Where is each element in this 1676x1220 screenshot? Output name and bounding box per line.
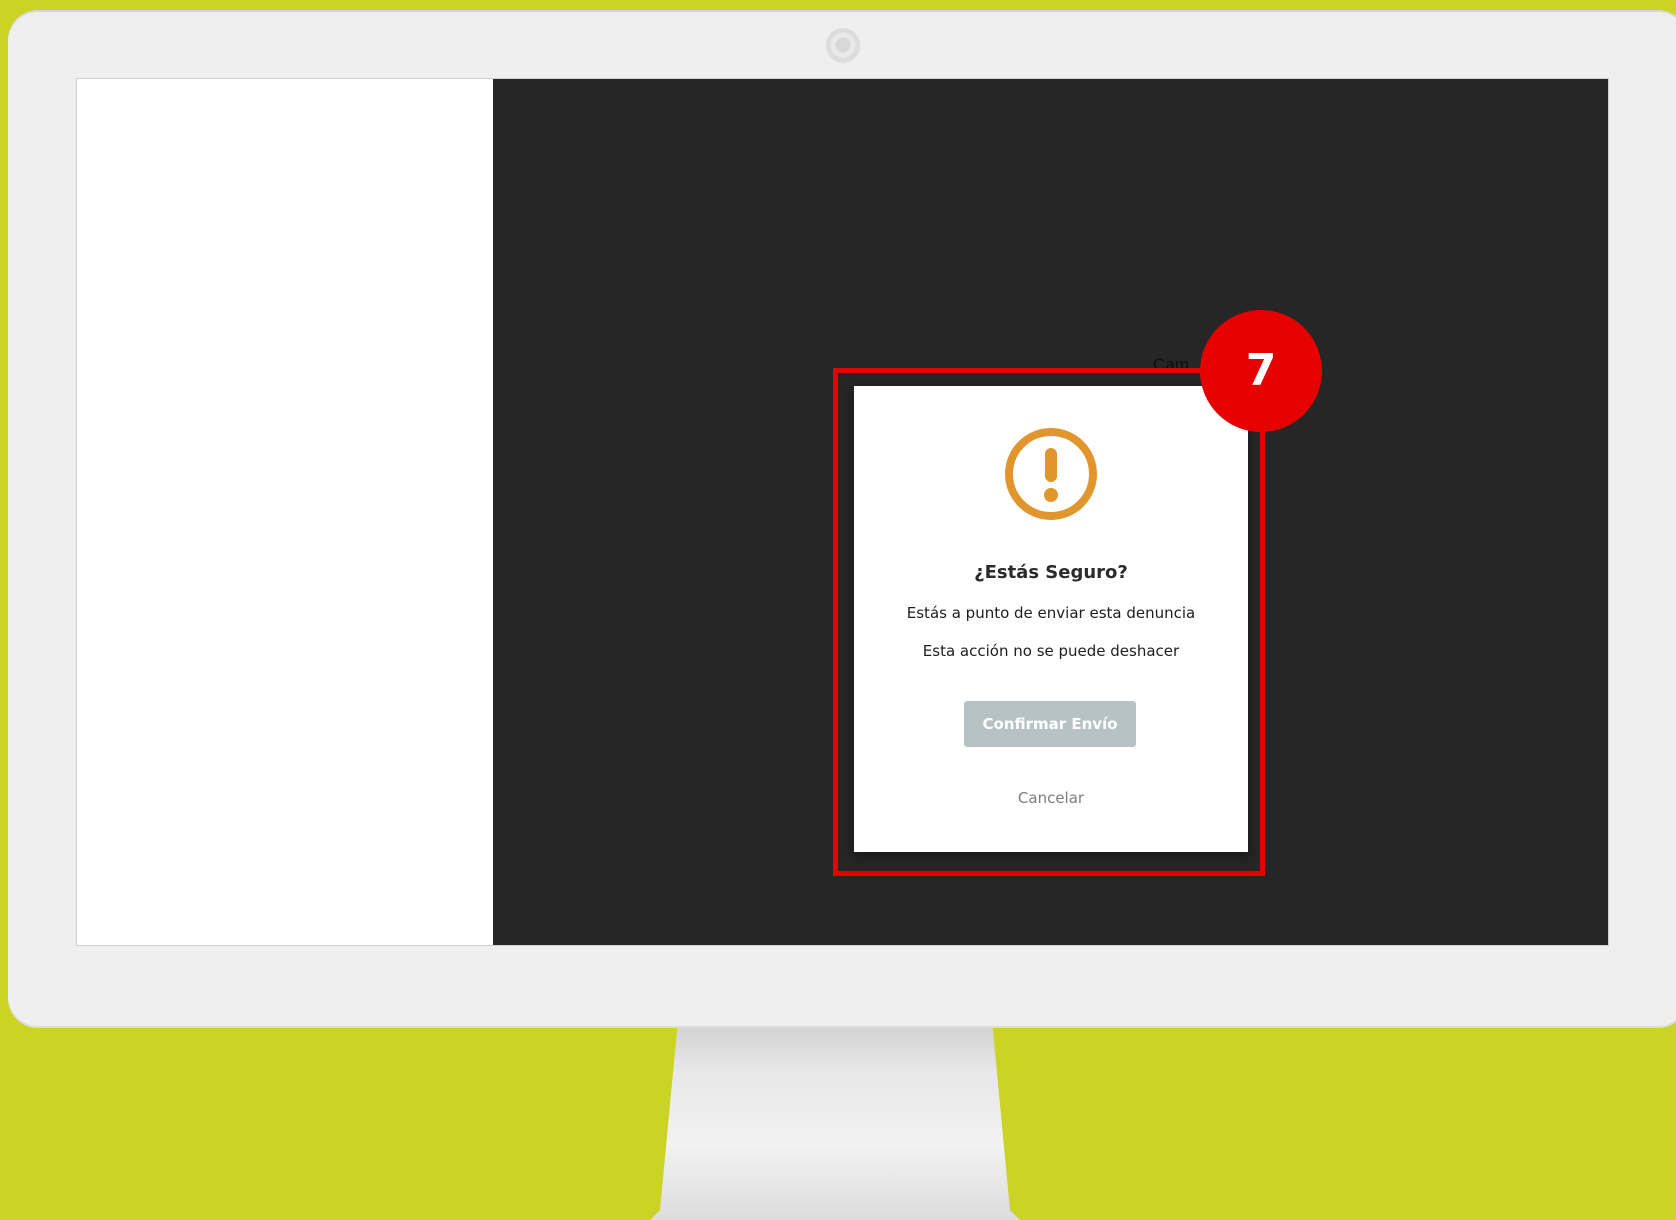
dialog-warning: Esta acción no se puede deshacer — [922, 642, 1180, 660]
monitor-screen: Cam ¿Estás Seguro? Estás a punto de envi… — [76, 78, 1609, 946]
background-label: Cam — [1153, 355, 1189, 374]
cancel-link[interactable]: Cancelar — [854, 789, 1248, 807]
step-number-badge: 7 — [1200, 310, 1322, 432]
dialog-title: ¿Estás Seguro? — [974, 562, 1128, 583]
exclamation-circle-icon — [1005, 428, 1097, 520]
confirmation-dialog: ¿Estás Seguro? Estás a punto de enviar e… — [854, 386, 1248, 852]
left-panel — [77, 79, 493, 945]
dialog-message: Estás a punto de enviar esta denuncia — [906, 604, 1196, 622]
tutorial-stage: Cam ¿Estás Seguro? Estás a punto de envi… — [0, 0, 1676, 1220]
confirm-send-button[interactable]: Confirmar Envío — [964, 701, 1136, 747]
webcam-icon — [826, 28, 860, 62]
monitor-stand — [640, 1020, 1030, 1220]
